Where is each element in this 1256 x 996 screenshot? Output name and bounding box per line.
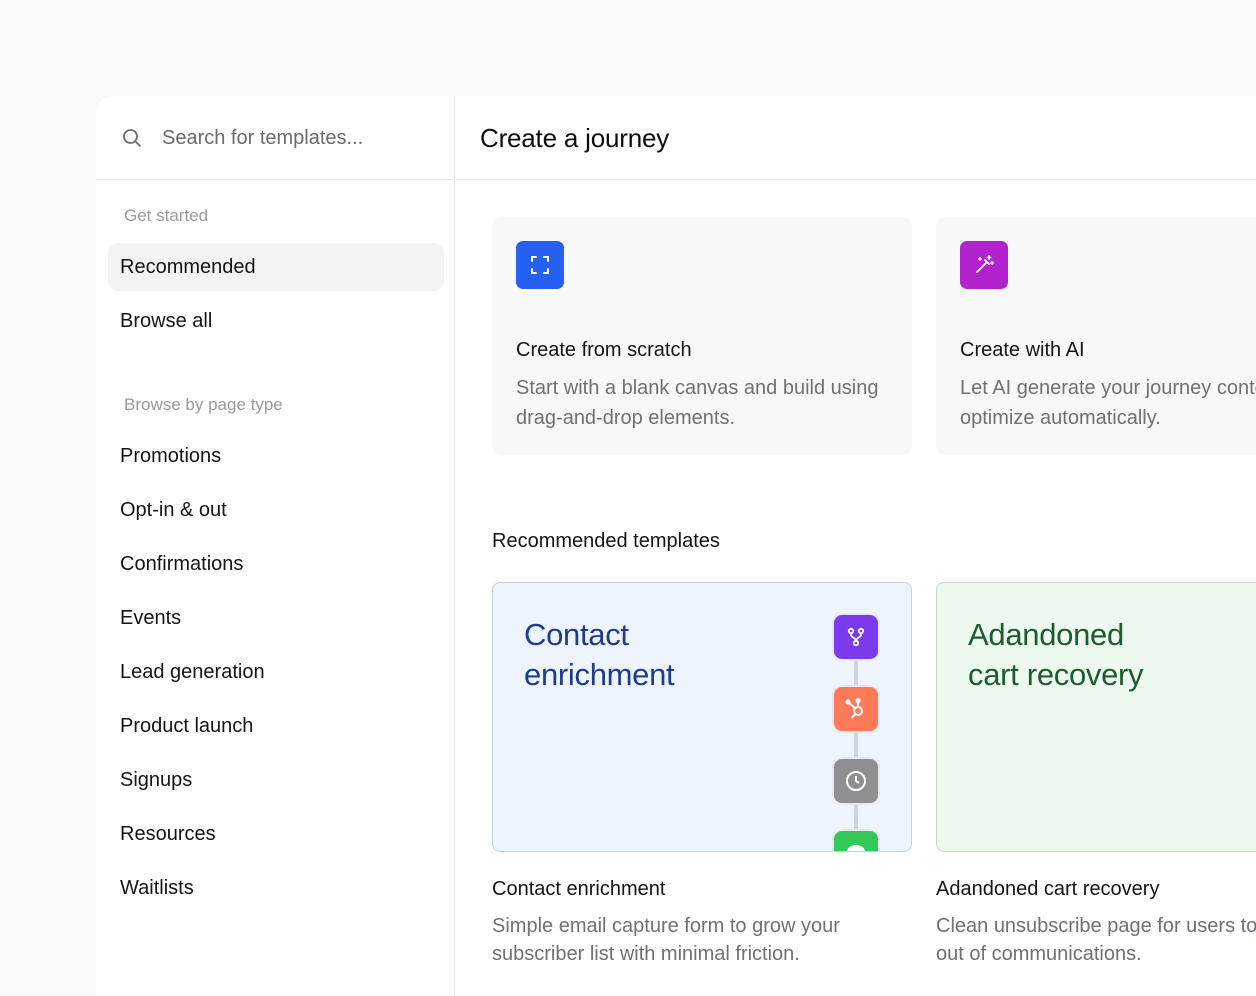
search-bar	[96, 96, 455, 180]
create-card-description: Start with a blank canvas and build usin…	[516, 377, 879, 429]
sidebar-item-product-launch[interactable]: Product launch	[108, 702, 444, 750]
sidebar-item-events[interactable]: Events	[108, 594, 444, 642]
get-started-label: Get started	[124, 206, 209, 225]
search-input[interactable]	[162, 122, 432, 154]
branch-icon	[834, 615, 878, 659]
template-card-contact-enrichment[interactable]: Contact enrichment	[492, 582, 912, 852]
flow-connector	[854, 805, 858, 833]
sidebar-item-promotions[interactable]: Promotions	[108, 432, 444, 480]
template-preview-title: Adandoned cart recovery	[968, 617, 1144, 692]
message-icon	[834, 831, 878, 851]
page-type-label: Browse by page type	[124, 395, 283, 414]
hubspot-icon	[834, 687, 878, 731]
sidebar-item-resources[interactable]: Resources	[108, 810, 444, 858]
sidebar-item-signups[interactable]: Signups	[108, 756, 444, 804]
template-preview-title: Contact enrichment	[524, 617, 675, 692]
create-with-ai-card[interactable]: Create with AI Let AI generate your jour…	[936, 217, 1256, 455]
template-picker-window: Get started Recommended Browse all Brows…	[96, 96, 1256, 996]
create-from-scratch-card[interactable]: Create from scratch Start with a blank c…	[492, 217, 912, 455]
create-card-description: Let AI generate your journey content and…	[960, 377, 1256, 429]
sidebar-item-opt-in-out[interactable]: Opt-in & out	[108, 486, 444, 534]
template-card-abandoned-cart[interactable]: Adandoned cart recovery	[936, 582, 1256, 852]
sidebar: Get started Recommended Browse all Brows…	[96, 96, 455, 996]
scan-frame-icon	[516, 241, 564, 289]
create-card-title: Create from scratch	[516, 339, 692, 361]
sidebar-item-confirmations[interactable]: Confirmations	[108, 540, 444, 588]
sidebar-item-browse-all[interactable]: Browse all	[108, 297, 444, 345]
main-header: Create a journey	[456, 96, 1256, 180]
page-title: Create a journey	[480, 123, 670, 153]
flow-connector	[854, 733, 858, 761]
clock-icon	[834, 759, 878, 803]
flow-connector	[854, 659, 858, 689]
template-title: Adandoned cart recovery	[936, 878, 1160, 900]
create-card-title: Create with AI	[960, 339, 1085, 361]
main-panel: Create a journey Create from scratch Sta…	[456, 96, 1256, 996]
sidebar-item-waitlists[interactable]: Waitlists	[108, 864, 444, 912]
recommended-templates-heading: Recommended templates	[492, 530, 720, 552]
search-icon	[123, 129, 141, 147]
sidebar-item-lead-generation[interactable]: Lead generation	[108, 648, 444, 696]
sidebar-item-recommended[interactable]: Recommended	[108, 243, 444, 291]
template-title: Contact enrichment	[492, 878, 666, 900]
magic-wand-icon	[960, 241, 1008, 289]
